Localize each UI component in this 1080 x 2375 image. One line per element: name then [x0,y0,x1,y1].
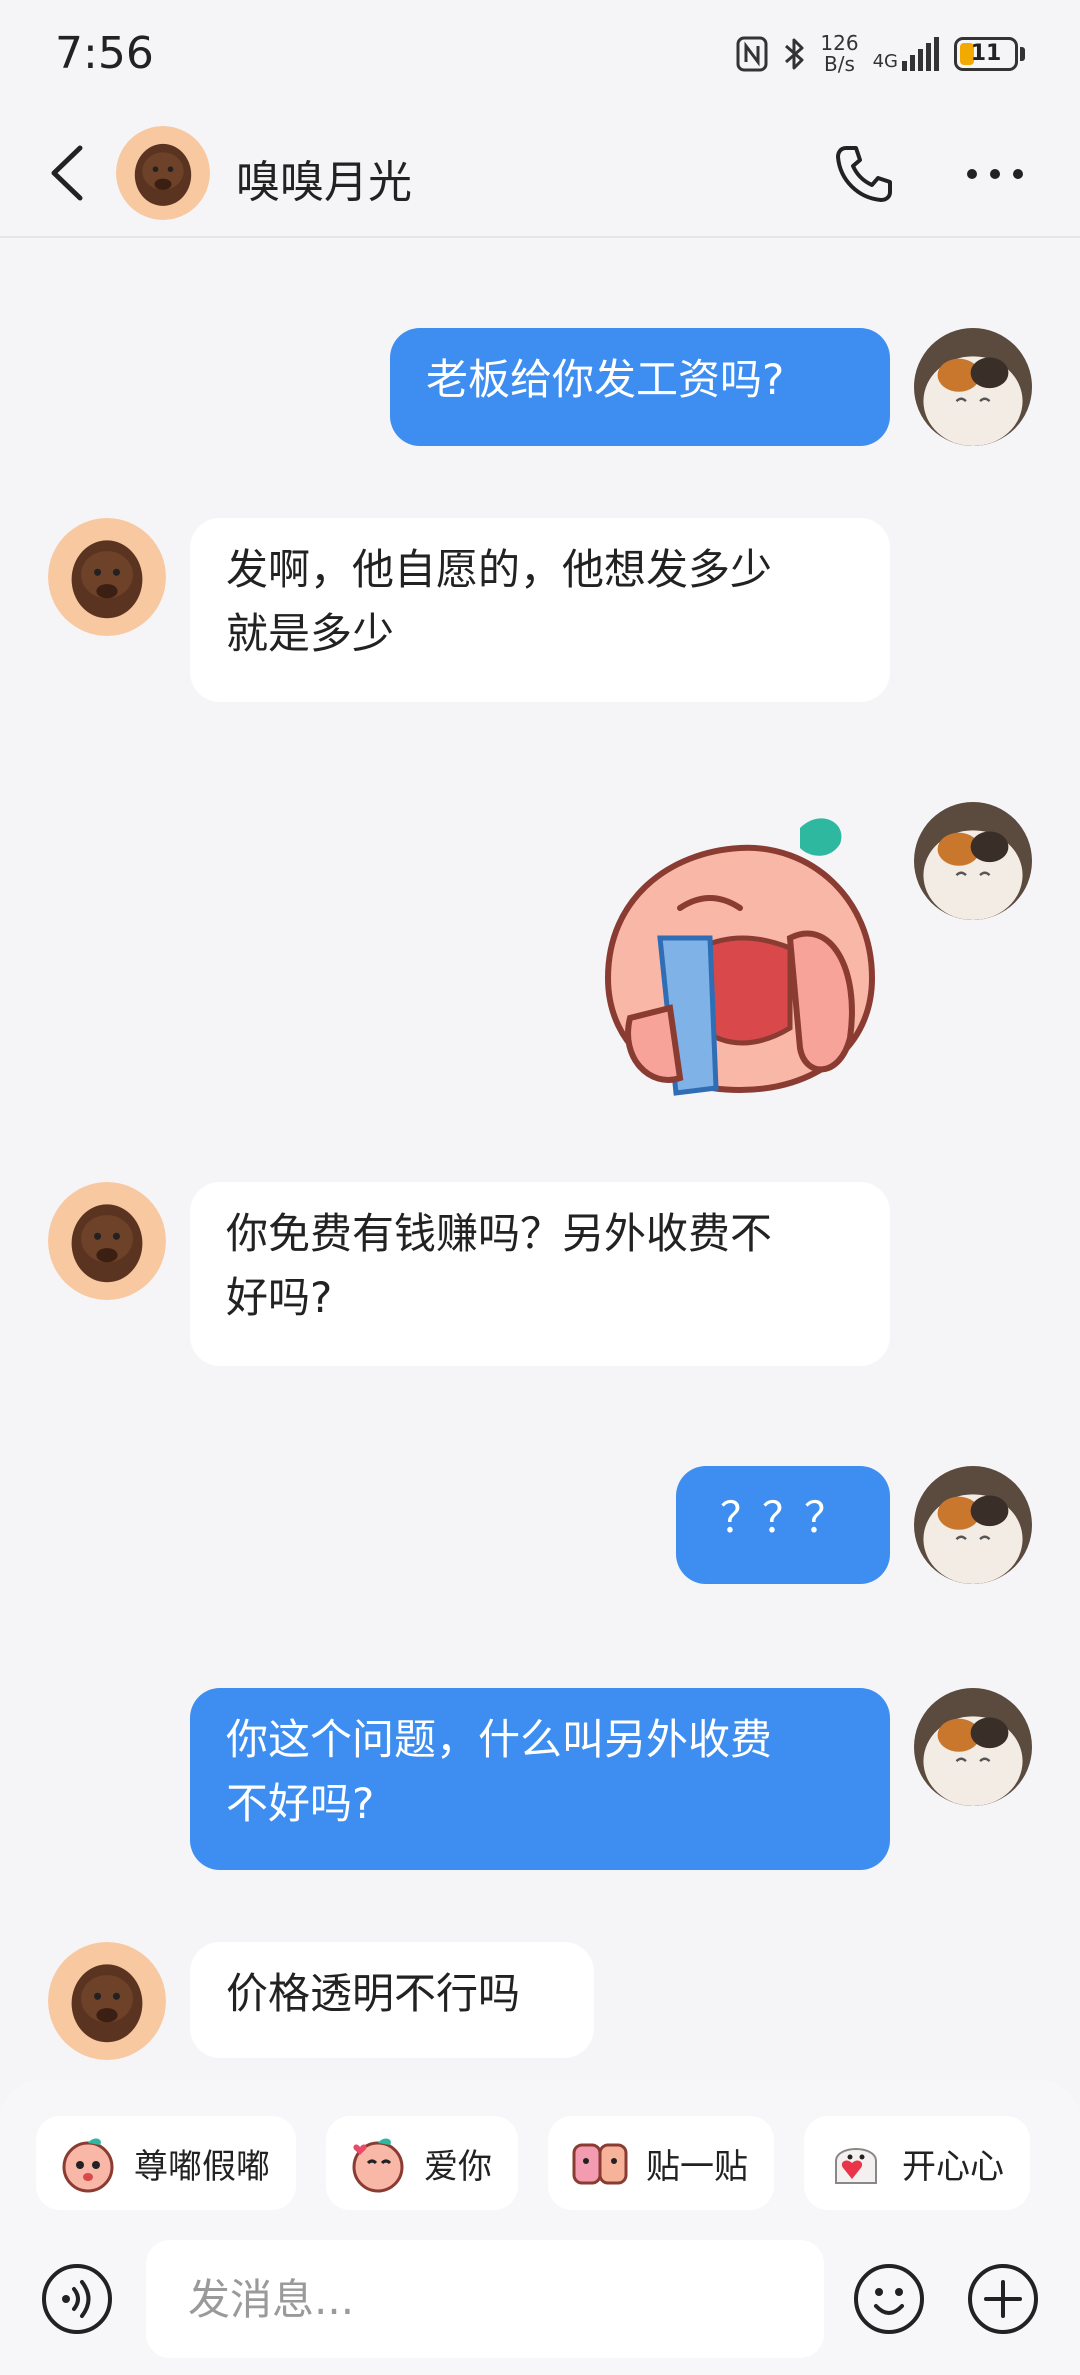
message-bubble-incoming[interactable]: 你免费有钱赚吗？另外收费不 好吗? [190,1182,890,1366]
message-bubble-incoming[interactable]: 发啊，他自愿的，他想发多少 就是多少 [190,518,890,702]
bluetooth-icon [785,38,804,70]
signal-bars-icon [902,37,939,71]
back-arrow-icon[interactable] [40,140,100,206]
nfc-icon [736,36,768,72]
network-speed: 126 B/s [820,31,859,76]
quick-sticker-label: 爱你 [424,2146,492,2187]
message-bubble-outgoing[interactable]: ？？？ [676,1466,890,1584]
quick-sticker-label: 贴一贴 [646,2146,748,2187]
my-avatar[interactable] [914,1466,1032,1584]
quick-sticker-chip[interactable]: 尊嘟假嘟 [36,2116,296,2210]
quick-sticker-chip[interactable]: 开心心 [804,2116,1030,2210]
more-options-icon[interactable] [962,142,1028,206]
voice-input-icon[interactable] [40,2262,114,2336]
peach-face-icon [62,2138,114,2193]
clock: 7:56 [55,28,154,79]
composer-panel: 尊嘟假嘟 爱你 贴一贴 开心心 [0,2080,1080,2375]
plus-icon[interactable] [966,2262,1040,2336]
contact-avatar[interactable] [48,518,166,636]
quick-sticker-chip[interactable]: 贴一贴 [548,2116,774,2210]
quick-sticker-chip[interactable]: 爱你 [326,2116,518,2210]
status-icons: 126 B/s 4G 11 [736,30,1025,78]
peach-heart-icon [352,2138,404,2193]
status-bar: 7:56 126 B/s 4G 11 [0,0,1080,110]
battery-level: 11 [970,41,1002,66]
chat-header: 嗅嗅月光 [0,110,1080,238]
contact-avatar[interactable] [116,126,210,220]
battery-tip [1020,47,1025,61]
my-avatar[interactable] [914,802,1032,920]
contact-avatar[interactable] [48,1182,166,1300]
quick-sticker-label: 开心心 [902,2146,1004,2187]
message-bubble-outgoing[interactable]: 你这个问题，什么叫另外收费 不好吗? [190,1688,890,1870]
message-input[interactable] [146,2240,824,2358]
network-type: 4G [872,51,898,72]
contact-avatar[interactable] [48,1942,166,2060]
happy-ghost-icon [835,2148,877,2184]
contact-name[interactable]: 嗅嗅月光 [236,146,412,210]
phone-call-icon[interactable] [832,142,896,206]
battery-icon: 11 [954,37,1018,71]
composer-row [0,2240,1080,2360]
emoji-icon[interactable] [852,2262,926,2336]
my-avatar[interactable] [914,328,1032,446]
message-bubble-outgoing[interactable]: 老板给你发工资吗? [390,328,890,446]
quick-sticker-label: 尊嘟假嘟 [134,2146,270,2187]
two-faces-icon [572,2143,628,2185]
crying-peach-sticker[interactable] [590,808,890,1108]
my-avatar[interactable] [914,1688,1032,1806]
cellular-signal: 4G [873,37,940,71]
message-bubble-incoming[interactable]: 价格透明不行吗 [190,1942,594,2058]
